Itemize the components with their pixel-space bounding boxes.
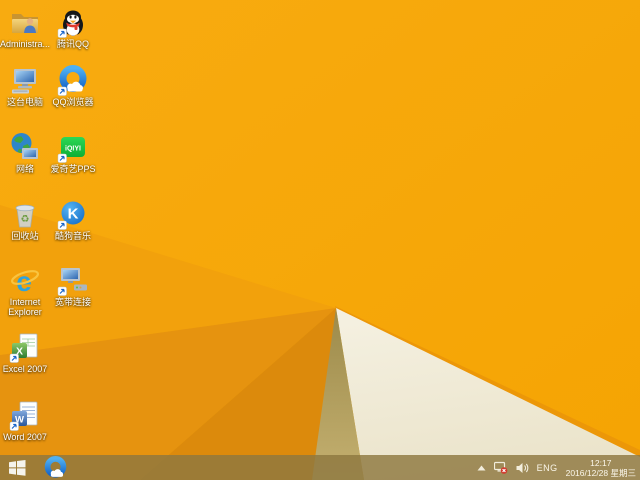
desktop-icon-excel-2007[interactable]: X Excel 2007 — [0, 331, 52, 374]
word-icon: W — [9, 399, 41, 431]
chevron-up-icon — [477, 465, 486, 471]
excel-icon: X — [9, 331, 41, 363]
show-hidden-icons-button[interactable] — [477, 465, 486, 471]
desktop-icon-label: 网络 — [0, 164, 52, 174]
user-folder-icon — [9, 6, 41, 38]
qq-browser-icon — [57, 64, 89, 96]
svg-text:iQIYI: iQIYI — [65, 146, 81, 153]
desktop-icon-label: Internet Explorer — [0, 297, 52, 317]
desktop-icon-label: 爱奇艺PPS — [46, 164, 100, 174]
desktop-icon-label: Word 2007 — [0, 432, 52, 442]
windows-desktop: Administra... 这台电脑 网络 ♻ 回收站 — [0, 0, 640, 480]
desktop-icon-label: Excel 2007 — [0, 364, 52, 374]
volume-icon[interactable] — [516, 462, 529, 474]
desktop-icon-label: 腾讯QQ — [46, 39, 100, 49]
desktop-icon-kugou-music[interactable]: K 酷狗音乐 — [46, 198, 100, 241]
desktop-icon-this-pc[interactable]: 这台电脑 — [0, 64, 52, 107]
network-disconnected-icon — [494, 461, 508, 474]
network-status-icon[interactable] — [494, 461, 508, 474]
desktop-icon-label: 宽带连接 — [46, 297, 100, 307]
qq-penguin-icon — [57, 6, 89, 38]
desktop-icon-iqiyi-pps[interactable]: iQIYI 爱奇艺PPS — [46, 131, 100, 174]
clock-time: 12:17 — [566, 458, 636, 468]
desktop-icon-label: 这台电脑 — [0, 97, 52, 107]
qq-browser-icon — [44, 456, 67, 479]
recycle-bin-icon: ♻ — [9, 198, 41, 230]
network-globe-icon — [9, 131, 41, 163]
clock-date: 2016/12/28 星期三 — [566, 468, 636, 478]
speaker-icon — [516, 462, 529, 474]
computer-icon — [9, 64, 41, 96]
desktop-icon-label: QQ浏览器 — [46, 97, 100, 107]
desktop-icon-recycle-bin[interactable]: ♻ 回收站 — [0, 198, 52, 241]
kugou-icon: K — [57, 198, 89, 230]
desktop-icon-label: 回收站 — [0, 231, 52, 241]
desktop-icon-label: 酷狗音乐 — [46, 231, 100, 241]
desktop-icon-broadband[interactable]: 宽带连接 — [46, 264, 100, 307]
broadband-connection-icon — [57, 264, 89, 296]
desktop-icon-internet-explorer[interactable]: e Internet Explorer — [0, 264, 52, 317]
taskbar-clock[interactable]: 12:17 2016/12/28 星期三 — [566, 458, 636, 478]
language-indicator[interactable]: ENG — [537, 463, 558, 473]
desktop-icon-administrator[interactable]: Administra... — [0, 6, 52, 49]
desktop-icon-network[interactable]: 网络 — [0, 131, 52, 174]
svg-text:K: K — [68, 206, 79, 223]
start-button[interactable] — [0, 455, 34, 480]
desktop-icon-label: Administra... — [0, 39, 52, 49]
iqiyi-icon: iQIYI — [57, 131, 89, 163]
windows-logo-icon — [9, 460, 26, 476]
desktop-icon-tencent-qq[interactable]: 腾讯QQ — [46, 6, 100, 49]
taskbar: ENG 12:17 2016/12/28 星期三 — [0, 455, 640, 480]
system-tray: ENG 12:17 2016/12/28 星期三 — [477, 458, 640, 478]
desktop-icon-qq-browser[interactable]: QQ浏览器 — [46, 64, 100, 107]
svg-text:♻: ♻ — [21, 214, 30, 225]
taskbar-qq-browser-button[interactable] — [40, 455, 70, 480]
internet-explorer-icon: e — [9, 264, 41, 296]
desktop-icon-word-2007[interactable]: W Word 2007 — [0, 399, 52, 442]
